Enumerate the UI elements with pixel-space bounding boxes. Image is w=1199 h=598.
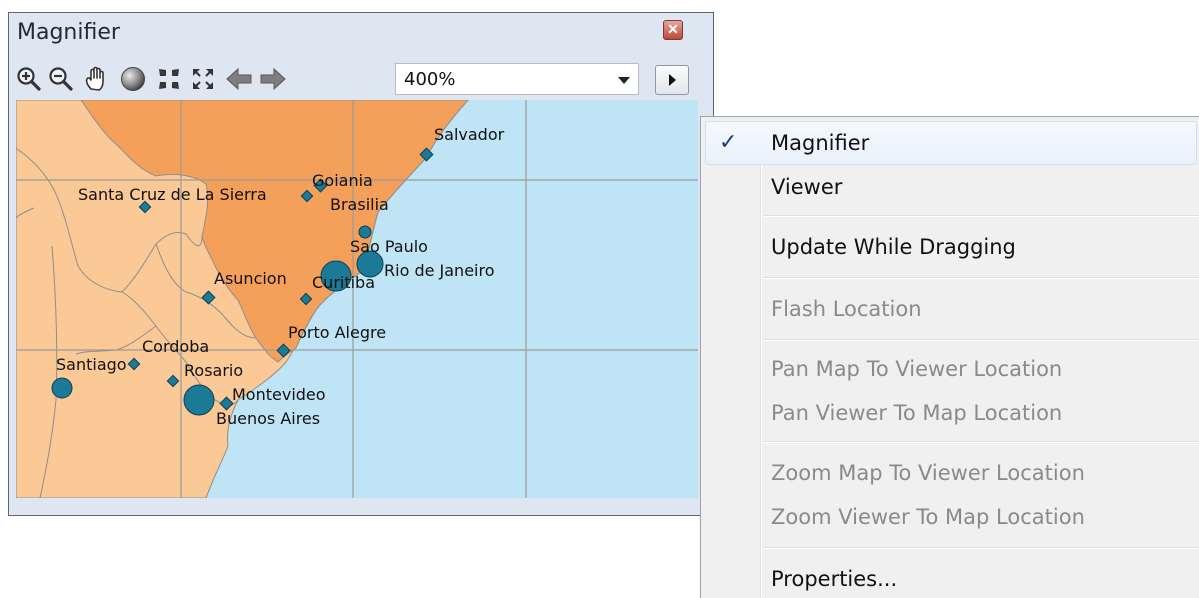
menu-separator bbox=[763, 441, 1199, 443]
fixed-zoom-out-button[interactable] bbox=[188, 64, 218, 94]
city-label: Buenos Aires bbox=[216, 409, 321, 428]
city-label: Goiania bbox=[312, 171, 373, 190]
menu-separator bbox=[763, 339, 1199, 341]
window-title: Magnifier bbox=[17, 20, 120, 45]
options-menu-button[interactable] bbox=[655, 65, 689, 95]
menu-item-zoom-map-to-viewer[interactable]: Zoom Map To Viewer Location bbox=[771, 461, 1085, 485]
zoom-out-icon bbox=[49, 67, 73, 91]
menu-item-zoom-viewer-to-map[interactable]: Zoom Viewer To Map Location bbox=[771, 505, 1085, 529]
full-extent-button[interactable] bbox=[118, 64, 148, 94]
city-label: Porto Alegre bbox=[288, 323, 387, 342]
city-label: Brasilia bbox=[330, 195, 389, 214]
menu-item-properties[interactable]: Properties... bbox=[771, 567, 897, 591]
city-label: Rosario bbox=[184, 361, 244, 380]
city-label: Asuncion bbox=[214, 269, 287, 288]
menu-item-viewer[interactable]: Viewer bbox=[771, 175, 842, 199]
city-label: Santa Cruz de La Sierra bbox=[78, 185, 267, 204]
menu-arrow-icon bbox=[669, 74, 676, 86]
back-button[interactable] bbox=[224, 64, 254, 94]
menu-item-pan-map-to-viewer[interactable]: Pan Map To Viewer Location bbox=[771, 357, 1062, 381]
city-label: Curitiba bbox=[312, 273, 376, 292]
city-label: Santiago bbox=[56, 355, 127, 374]
context-menu: ✓ Magnifier Viewer Update While Dragging… bbox=[700, 116, 1199, 598]
forward-button[interactable] bbox=[258, 64, 288, 94]
zoom-in-button[interactable] bbox=[14, 64, 44, 94]
zoom-level-select[interactable]: 400% bbox=[395, 63, 639, 95]
close-button[interactable]: ✕ bbox=[663, 20, 683, 40]
chevron-down-icon bbox=[618, 77, 630, 84]
menu-separator bbox=[763, 215, 1199, 217]
menu-item-pan-viewer-to-map[interactable]: Pan Viewer To Map Location bbox=[771, 401, 1062, 425]
menu-item-magnifier[interactable]: Magnifier bbox=[771, 131, 869, 155]
city-label: Rio de Janeiro bbox=[384, 261, 495, 280]
menu-gutter bbox=[760, 119, 762, 598]
forward-arrow-icon bbox=[260, 67, 286, 91]
menu-separator bbox=[763, 277, 1199, 279]
city-label: Montevideo bbox=[232, 385, 326, 404]
zoom-out-button[interactable] bbox=[46, 64, 76, 94]
map-viewport[interactable]: Salvador Goiania Santa Cruz de La Sierra… bbox=[16, 100, 698, 498]
checkmark-icon: ✓ bbox=[719, 129, 738, 154]
menu-item-update-while-dragging[interactable]: Update While Dragging bbox=[771, 235, 1016, 259]
menu-separator bbox=[763, 547, 1199, 549]
city-label: Sao Paulo bbox=[350, 237, 428, 256]
full-extent-globe-icon bbox=[121, 67, 145, 91]
zoom-level-value: 400% bbox=[404, 69, 456, 90]
fixed-zoom-in-icon bbox=[159, 69, 179, 89]
menu-item-flash-location[interactable]: Flash Location bbox=[771, 297, 922, 321]
fixed-zoom-out-icon bbox=[193, 69, 213, 89]
zoom-in-icon bbox=[17, 67, 41, 91]
map-drawing bbox=[16, 100, 698, 498]
city-label: Cordoba bbox=[142, 337, 210, 356]
back-arrow-icon bbox=[226, 67, 252, 91]
pan-hand-icon bbox=[85, 66, 104, 91]
close-icon: ✕ bbox=[667, 21, 679, 37]
toolbar: 400% bbox=[14, 62, 704, 96]
pan-button[interactable] bbox=[82, 64, 112, 94]
city-label: Salvador bbox=[434, 125, 505, 144]
fixed-zoom-in-button[interactable] bbox=[154, 64, 184, 94]
